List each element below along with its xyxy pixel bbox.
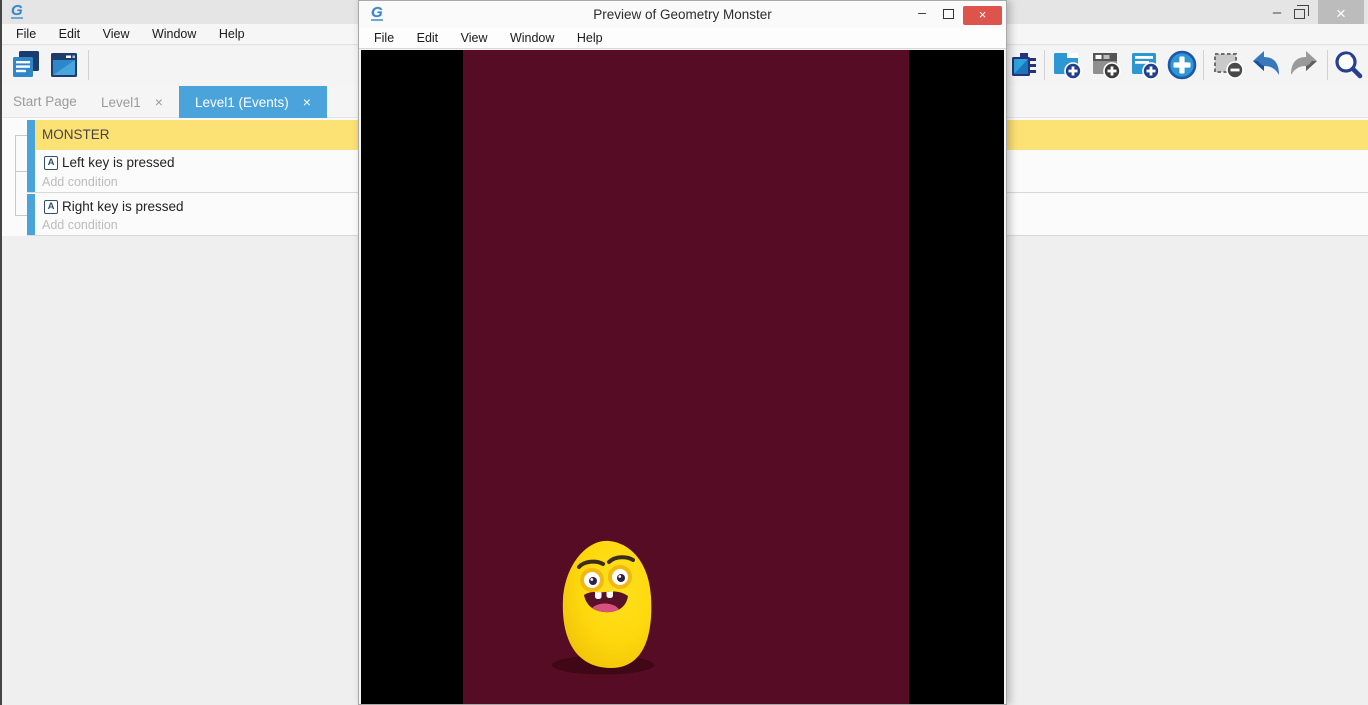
- add-other-event-icon[interactable]: [1166, 49, 1198, 81]
- menu-view[interactable]: View: [94, 24, 139, 44]
- add-event-icon[interactable]: [1052, 49, 1084, 81]
- project-manager-icon[interactable]: [10, 49, 42, 81]
- preview-menubar: File Edit View Window Help: [359, 28, 1006, 49]
- tab-close-icon[interactable]: ×: [303, 94, 311, 110]
- preview-menu-edit[interactable]: Edit: [408, 28, 448, 48]
- game-stage: [463, 50, 909, 704]
- preview-maximize-button[interactable]: [943, 9, 954, 19]
- undo-icon[interactable]: [1250, 49, 1282, 81]
- gdevelop-logo-icon: G: [11, 4, 23, 19]
- menu-file[interactable]: File: [7, 24, 45, 44]
- event-tree-connector: [15, 135, 27, 136]
- debugger-icon[interactable]: [1006, 49, 1038, 81]
- event-selection-bar: [27, 150, 35, 192]
- screen: G – × File Edit View Window Help: [0, 0, 1368, 705]
- redo-icon[interactable]: [1288, 49, 1320, 81]
- restore-button[interactable]: [1294, 9, 1305, 19]
- preview-window-title: Preview of Geometry Monster: [359, 1, 1006, 28]
- delete-event-icon[interactable]: [1212, 49, 1244, 81]
- add-condition-link[interactable]: Add condition: [42, 175, 118, 189]
- condition-text[interactable]: Right key is pressed: [62, 199, 184, 214]
- menu-help[interactable]: Help: [210, 24, 254, 44]
- event-selection-bar: [27, 194, 35, 235]
- event-tree-connector: [15, 171, 27, 172]
- toolbar-separator: [88, 50, 89, 80]
- preview-window: G Preview of Geometry Monster – × File E…: [358, 0, 1007, 705]
- add-comment-icon[interactable]: [1130, 49, 1162, 81]
- preview-close-button[interactable]: ×: [963, 6, 1002, 25]
- add-condition-link[interactable]: Add condition: [42, 218, 118, 232]
- tab-level1[interactable]: Level1×: [101, 86, 163, 118]
- keyboard-key-icon: A: [44, 156, 58, 170]
- condition-text[interactable]: Left key is pressed: [62, 155, 175, 170]
- add-subevent-icon[interactable]: [1091, 49, 1123, 81]
- menu-edit[interactable]: Edit: [50, 24, 90, 44]
- tab-start-page[interactable]: Start Page: [13, 86, 77, 118]
- toolbar-separator: [1327, 50, 1328, 80]
- keyboard-key-icon: A: [44, 200, 58, 214]
- preview-titlebar: G Preview of Geometry Monster – ×: [359, 1, 1006, 28]
- search-icon[interactable]: [1333, 49, 1365, 81]
- event-selection-bar: [27, 120, 35, 150]
- event-tree-connector: [15, 215, 27, 216]
- tab-level1-events[interactable]: Level1 (Events)×: [179, 86, 327, 118]
- event-tree-connector: [15, 135, 16, 215]
- tab-close-icon[interactable]: ×: [155, 94, 163, 110]
- preview-menu-window[interactable]: Window: [501, 28, 563, 48]
- preview-minimize-button[interactable]: –: [911, 1, 933, 25]
- preview-menu-file[interactable]: File: [365, 28, 403, 48]
- preview-menu-view[interactable]: View: [452, 28, 497, 48]
- toolbar-separator: [1044, 50, 1045, 80]
- game-canvas[interactable]: [361, 50, 1004, 704]
- toolbar-separator: [1203, 50, 1204, 80]
- monster-character: [551, 537, 655, 677]
- scene-editor-icon[interactable]: [48, 49, 80, 81]
- menu-window[interactable]: Window: [143, 24, 205, 44]
- preview-menu-help[interactable]: Help: [568, 28, 612, 48]
